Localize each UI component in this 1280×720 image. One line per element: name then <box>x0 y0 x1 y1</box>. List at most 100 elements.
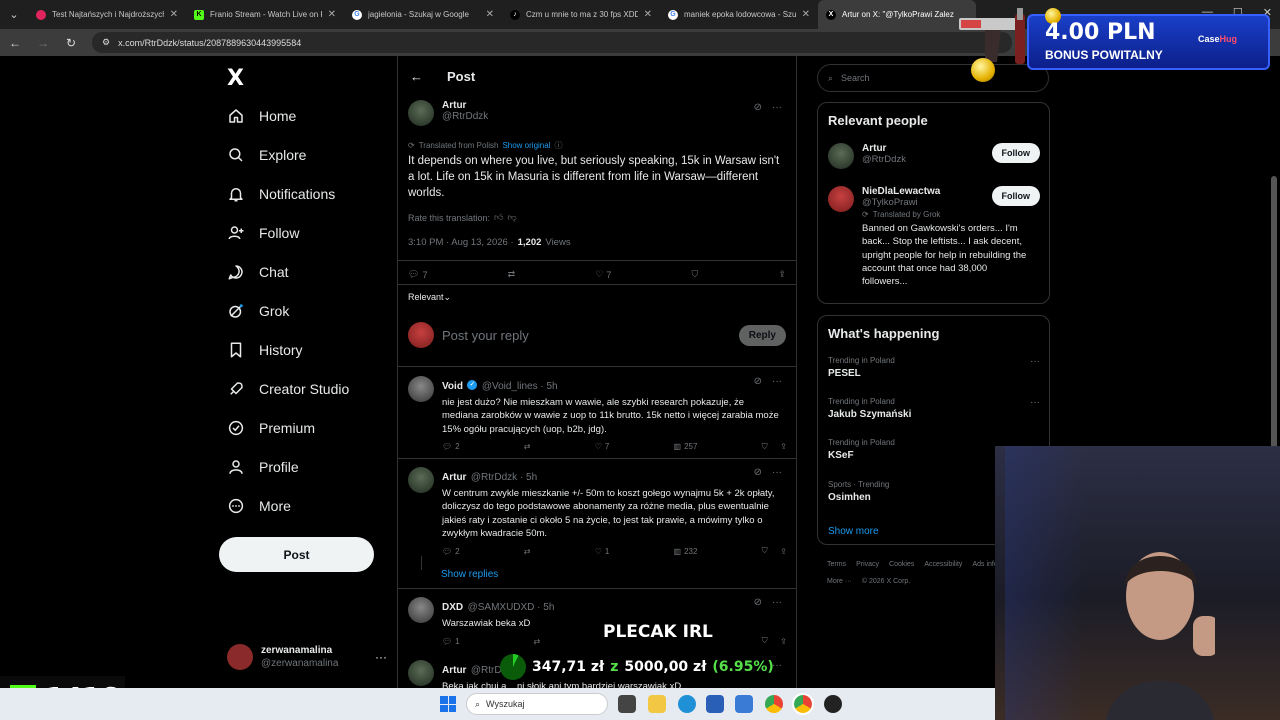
more-icon[interactable]: ··· <box>1030 356 1040 367</box>
sort-replies[interactable]: Relevant⌄ <box>408 292 786 303</box>
show-replies-link[interactable]: Show replies <box>441 569 498 580</box>
close-icon[interactable]: ✕ <box>170 9 178 20</box>
repost-action[interactable]: ⇄ <box>524 442 531 451</box>
show-more-link[interactable]: Show more <box>828 526 879 537</box>
nav-item-profile[interactable]: Profile <box>227 455 299 479</box>
chrome-icon[interactable] <box>765 695 783 713</box>
person-card[interactable]: Artur @RtrDdzk Follow <box>828 143 1040 169</box>
author-name[interactable]: Artur <box>442 100 488 111</box>
account-switcher[interactable]: zerwanamalina @zerwanamalina ··· <box>227 644 387 670</box>
footer-link[interactable]: Terms <box>827 561 846 568</box>
share-icon[interactable]: ⇪ <box>780 442 787 451</box>
nav-item-chat[interactable]: Chat <box>227 260 289 284</box>
follow-button[interactable]: Follow <box>991 186 1040 206</box>
thumbs-up-icon[interactable]: 👍︎ <box>494 212 503 223</box>
reply-input[interactable]: Post your reply <box>442 328 731 343</box>
obs-icon[interactable] <box>824 695 842 713</box>
more-icon[interactable]: ··· <box>772 467 782 478</box>
x-logo[interactable]: X <box>227 66 244 91</box>
person-card[interactable]: NieDlaLewactwa @TylkoPrawi ⟳ Translated b… <box>828 186 1040 288</box>
nav-item-more[interactable]: More <box>227 494 291 518</box>
reply-button[interactable]: Reply <box>738 324 786 346</box>
views-action[interactable]: ▥ 232 <box>674 547 698 556</box>
site-info-icon[interactable]: ⚙ <box>102 37 110 48</box>
reply-action[interactable]: 💬︎ 2 <box>442 442 460 451</box>
avatar[interactable] <box>408 597 434 623</box>
close-icon[interactable]: ✕ <box>802 9 810 20</box>
grok-icon[interactable]: ⊘ <box>754 376 762 387</box>
task-view-icon[interactable] <box>618 695 636 713</box>
bookmark-icon[interactable]: ⛉ <box>762 546 768 556</box>
follow-button[interactable]: Follow <box>991 143 1040 163</box>
more-icon[interactable]: ··· <box>1030 397 1040 408</box>
share-icon[interactable]: ⇪ <box>780 637 787 646</box>
avatar[interactable] <box>408 100 434 126</box>
url-field[interactable]: ⚙ x.com/RtrDdzk/status/20878896304439955… <box>92 32 1012 53</box>
browser-tab[interactable]: Gmaniek epoka lodowcowa - Szukaj ✕ <box>660 0 818 29</box>
repost-action[interactable]: ⇄ <box>533 637 540 646</box>
close-icon[interactable]: ✕ <box>644 9 652 20</box>
browser-tab[interactable]: Test Najtańszych i Najdroższych ✕ <box>28 0 186 29</box>
like-action[interactable]: ♡ 7 <box>595 442 610 451</box>
author-handle[interactable]: @Void_lines · 5h <box>482 381 558 392</box>
close-icon[interactable]: ✕ <box>328 9 336 20</box>
nav-item-follow[interactable]: Follow <box>227 221 299 245</box>
repost-action[interactable]: ⇄ <box>524 547 531 556</box>
like-action[interactable]: ♡ 1 <box>595 547 610 556</box>
browser-tab-active[interactable]: X Artur on X: "@TylkoPrawi Zalez <box>818 0 976 29</box>
info-icon[interactable]: ⓘ <box>554 140 562 151</box>
browser-tab[interactable]: Gjagielonia - Szukaj w Google ✕ <box>344 0 502 29</box>
more-icon[interactable]: ··· <box>772 597 782 608</box>
nav-item-home[interactable]: Home <box>227 104 296 128</box>
grok-icon[interactable]: ⊘ <box>754 597 762 608</box>
outlook-icon[interactable] <box>735 695 753 713</box>
grok-icon[interactable]: ⊘ <box>754 467 762 478</box>
file-explorer-icon[interactable] <box>648 695 666 713</box>
nav-item-history[interactable]: History <box>227 338 303 362</box>
nav-item-explore[interactable]: Explore <box>227 143 306 167</box>
more-icon[interactable]: ··· <box>772 376 782 387</box>
forward-icon[interactable]: → <box>36 36 50 50</box>
bookmark-icon[interactable]: ⛉ <box>762 442 768 452</box>
close-icon[interactable]: ✕ <box>486 9 494 20</box>
views-action[interactable]: ▥ 257 <box>674 442 698 451</box>
browser-tab[interactable]: ♪ Czm u mnie to ma z 30 fps XDD ✕ <box>502 0 660 29</box>
nav-item-creator-studio[interactable]: Creator Studio <box>227 377 349 401</box>
footer-link[interactable]: Privacy <box>856 561 879 568</box>
reply-action[interactable]: 💬︎ 2 <box>442 547 460 556</box>
author-name[interactable]: Void <box>442 381 463 392</box>
show-original-link[interactable]: Show original <box>502 141 550 150</box>
trend-item[interactable]: Trending in Poland PESEL ··· <box>828 356 1040 379</box>
trend-item[interactable]: Trending in Poland Jakub Szymański ··· <box>828 397 1040 420</box>
more-icon[interactable]: ··· <box>375 650 387 664</box>
reply-action[interactable]: 💬︎ 1 <box>442 637 460 646</box>
back-arrow-icon[interactable]: ← <box>410 69 423 84</box>
store-icon[interactable] <box>706 695 724 713</box>
tab-search-icon[interactable]: ⌄ <box>0 0 28 29</box>
footer-link[interactable]: Ads info <box>972 561 997 568</box>
taskbar-search[interactable]: ⌕ Wyszukaj <box>466 693 608 715</box>
nav-item-grok[interactable]: Grok <box>227 299 289 323</box>
author-handle[interactable]: @SAMXUDXD · 5h <box>468 602 555 613</box>
footer-link[interactable]: More ··· <box>827 578 852 585</box>
footer-link[interactable]: Accessibility <box>924 561 962 568</box>
footer-link[interactable]: Cookies <box>889 561 914 568</box>
author-name[interactable]: Artur <box>442 665 466 676</box>
bookmark-action[interactable]: ⛉ <box>692 269 699 280</box>
windows-start-icon[interactable] <box>440 696 456 712</box>
like-action[interactable]: ♡ 7 <box>595 269 611 280</box>
edge-icon[interactable] <box>678 695 696 713</box>
author-name[interactable]: Artur <box>442 472 466 483</box>
reload-icon[interactable]: ↻ <box>64 36 78 50</box>
avatar[interactable] <box>408 376 434 402</box>
avatar[interactable] <box>408 660 434 686</box>
share-action[interactable]: ⇪ <box>778 269 786 280</box>
nav-item-premium[interactable]: Premium <box>227 416 315 440</box>
more-icon[interactable]: ··· <box>772 102 782 113</box>
author-name[interactable]: DXD <box>442 602 463 613</box>
post-button[interactable]: Post <box>219 537 374 572</box>
repost-action[interactable]: ⇄ <box>508 269 516 280</box>
browser-tab[interactable]: K Franio Stream - Watch Live on Kick ✕ <box>186 0 344 29</box>
nav-item-notifications[interactable]: Notifications <box>227 182 335 206</box>
chrome-active-icon[interactable] <box>792 693 814 715</box>
